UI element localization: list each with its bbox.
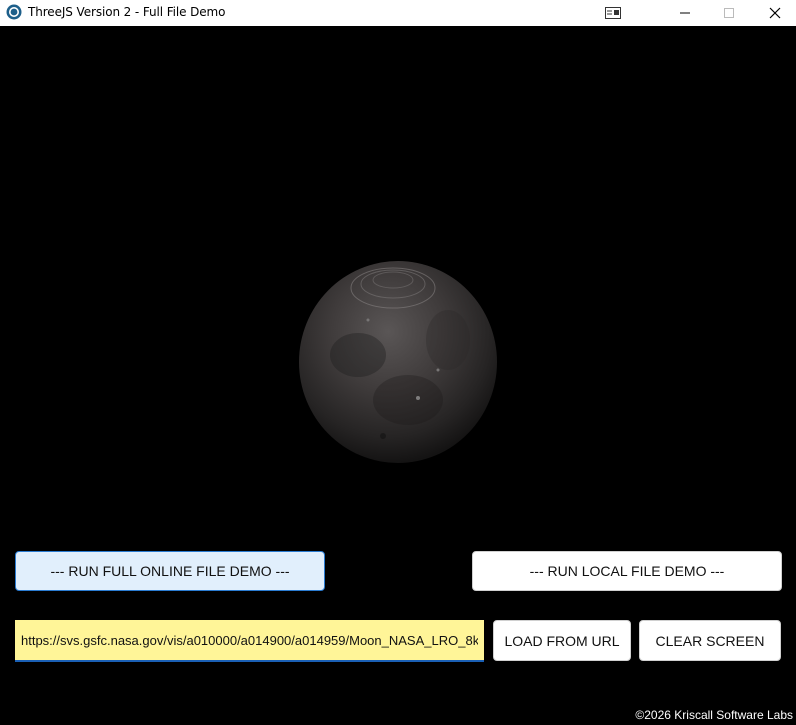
copyright-text: ©2026 Kriscall Software Labs: [635, 708, 793, 722]
minimize-button[interactable]: [662, 0, 708, 26]
title-bar: ThreeJS Version 2 - Full File Demo: [0, 0, 796, 26]
run-online-demo-button[interactable]: --- RUN FULL ONLINE FILE DEMO ---: [15, 551, 325, 591]
snap-layout-button[interactable]: [590, 0, 636, 26]
app-logo-icon: [6, 4, 22, 20]
run-local-demo-button[interactable]: --- RUN LOCAL FILE DEMO ---: [472, 551, 782, 591]
maximize-button[interactable]: [706, 0, 752, 26]
moon-render: [299, 261, 497, 463]
minimize-icon: [680, 12, 690, 14]
snap-layout-icon: [605, 7, 621, 19]
load-from-url-button[interactable]: LOAD FROM URL: [493, 620, 631, 661]
maximize-icon: [724, 8, 734, 18]
window-title: ThreeJS Version 2 - Full File Demo: [28, 5, 226, 19]
url-input[interactable]: [15, 620, 484, 662]
clear-screen-button[interactable]: CLEAR SCREEN: [639, 620, 781, 661]
close-button[interactable]: [752, 0, 796, 26]
close-icon: [769, 7, 781, 19]
